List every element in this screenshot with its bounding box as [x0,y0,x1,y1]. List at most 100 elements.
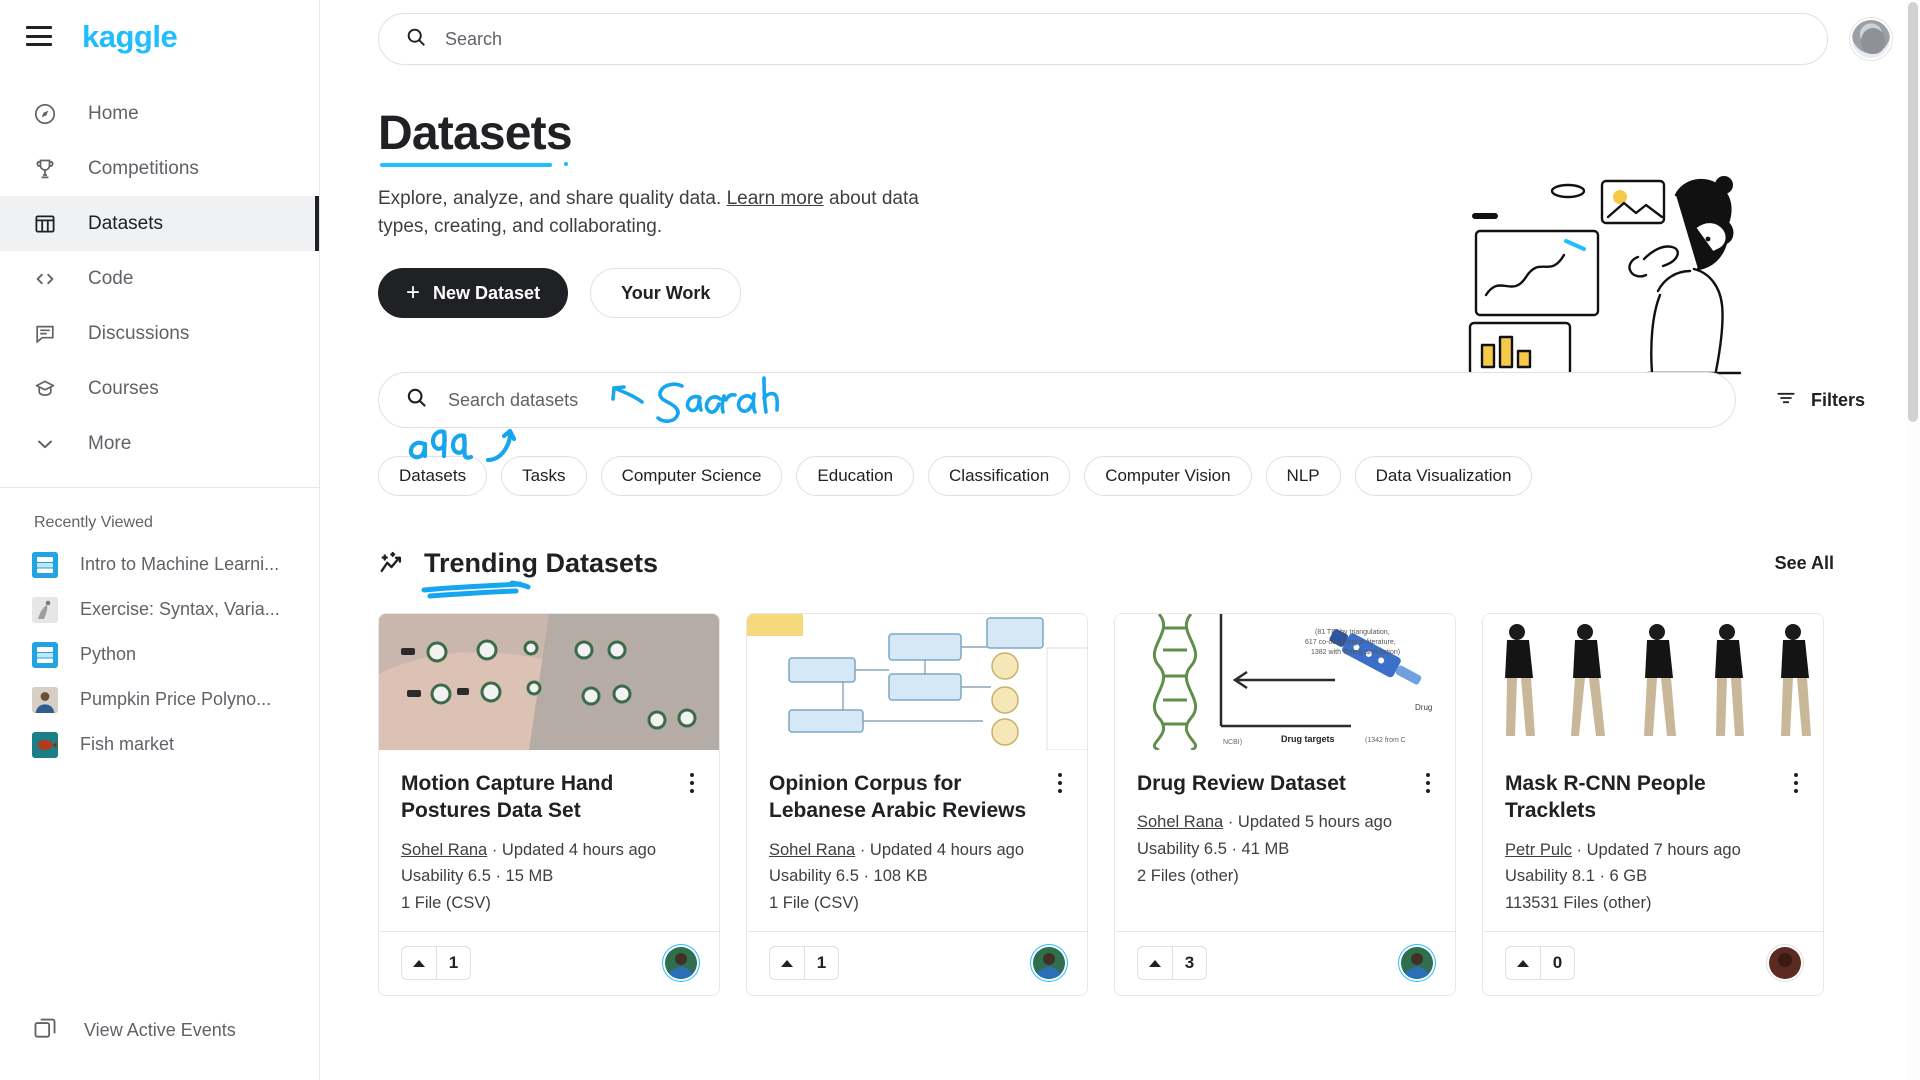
chip-tasks[interactable]: Tasks [501,456,587,497]
dataset-title: Drug Review Dataset [1137,772,1346,796]
sidebar-item-label: Home [88,102,139,124]
dataset-search-input[interactable]: Search datasets [378,372,1736,429]
view-active-events-label: View Active Events [84,1020,236,1040]
upvote-arrow-icon[interactable] [1506,947,1540,979]
filters-button[interactable]: Filters [1745,372,1894,429]
chip-computer-science[interactable]: Computer Science [600,456,783,497]
page-scrollbar-thumb[interactable] [1908,2,1918,422]
dataset-author-avatar[interactable] [1033,947,1065,980]
upvote-control[interactable]: 1 [401,946,471,981]
sidebar-item-label: Code [88,267,134,289]
person-thumbnail-icon [32,686,58,713]
dataset-owner[interactable]: Sohel Rana [1137,813,1223,831]
card-overflow-menu-icon[interactable] [1049,770,1071,796]
recent-item-label: Python [80,644,137,664]
upvote-arrow-icon[interactable] [402,947,436,979]
compass-icon [32,101,58,127]
kaggle-datasets-page: kaggle Home Competitions Datasets Code D… [0,0,1920,1080]
dataset-author-avatar[interactable] [1401,947,1433,980]
chip-data-visualization[interactable]: Data Visualization [1354,456,1533,497]
chip-classification[interactable]: Classification [928,456,1071,497]
page-subtitle: Explore, analyze, and share quality data… [378,185,968,240]
recent-item[interactable]: Fish market [0,722,319,767]
new-dataset-button[interactable]: + New Dataset [378,268,569,319]
recent-item[interactable]: Python [0,632,319,677]
dataset-updated: Updated 4 hours ago [869,840,1025,859]
recent-item[interactable]: Intro to Machine Learni... [0,542,319,587]
sidebar-item-competitions[interactable]: Competitions [0,141,319,196]
upvote-control[interactable]: 3 [1137,946,1207,981]
filter-chip-row: Datasets Tasks Computer Science Educatio… [378,456,1894,497]
subtitle-text-before: Explore, analyze, and share quality data… [378,188,727,209]
chip-education[interactable]: Education [796,456,915,497]
annotation-trending-underline [420,576,580,602]
title-dot-accent [564,162,568,166]
view-active-events-link[interactable]: View Active Events [0,1015,319,1080]
svg-text:Drug targets: Drug targets [1281,734,1335,744]
dataset-author-avatar[interactable] [1769,947,1801,980]
upvote-control[interactable]: 0 [1505,946,1575,981]
trending-sparkle-icon [378,549,408,579]
hamburger-menu-icon[interactable] [26,26,52,46]
trending-datasets-title: Trending Datasets [421,548,658,599]
dataset-card[interactable]: Motion Capture Hand Postures Data Set So… [378,613,720,996]
new-dataset-label: New Dataset [433,282,541,303]
sidebar-item-more[interactable]: More [0,416,319,471]
filters-label: Filters [1810,389,1865,410]
dataset-card[interactable]: (81 TDI by triangulation, 617 co-occurri… [1114,613,1456,996]
dataset-thumbnail-people [1483,614,1823,751]
sidebar-item-home[interactable]: Home [0,86,319,141]
card-overflow-menu-icon[interactable] [681,770,703,796]
dataset-usability: Usability 6.5 · 41 MB [1137,840,1290,859]
learn-more-link[interactable]: Learn more [727,188,824,209]
sidebar-item-label: More [88,432,132,454]
dataset-owner[interactable]: Sohel Rana [769,841,855,859]
search-icon [405,386,428,414]
user-avatar[interactable] [1850,18,1892,60]
dataset-files: 1 File (CSV) [401,894,491,913]
dataset-usability: Usability 8.1 · 6 GB [1505,867,1648,886]
upvote-control[interactable]: 1 [769,946,839,981]
fish-thumbnail-icon [32,731,58,758]
upvote-count: 3 [1172,947,1206,980]
content-area: Datasets Explore, analyze, and share qua… [320,78,1920,996]
chip-computer-vision[interactable]: Computer Vision [1084,456,1252,497]
dataset-files: 1 File (CSV) [769,894,859,913]
page-title-wrap: Datasets [378,106,573,167]
svg-text:1382 with Timely annotation): 1382 with Timely annotation) [1311,649,1400,656]
your-work-label: Your Work [621,282,711,303]
dataset-search-row: Search datasets Filters [378,372,1894,429]
dataset-owner[interactable]: Petr Pulc [1505,841,1572,859]
dataset-owner[interactable]: Sohel Rana [401,841,487,859]
annotation-search [548,374,808,428]
upvote-arrow-icon[interactable] [770,947,804,979]
page-scrollbar[interactable] [1906,0,1920,1080]
dataset-meta: Sohel Rana · Updated 4 hours ago Usabili… [401,837,697,917]
sidebar-item-datasets[interactable]: Datasets [0,196,319,251]
dataset-updated: Updated 7 hours ago [1586,840,1741,859]
dataset-card[interactable]: Opinion Corpus for Lebanese Arabic Revie… [746,613,1088,996]
dataset-card-body: Motion Capture Hand Postures Data Set So… [379,750,719,931]
sidebar-item-label: Competitions [88,157,199,179]
sidebar-item-code[interactable]: Code [0,251,319,306]
svg-text:617 co-occurring in literature: 617 co-occurring in literature, [1305,639,1396,646]
your-work-button[interactable]: Your Work [590,268,742,319]
global-search-input[interactable]: Search [378,13,1828,65]
sidebar-item-discussions[interactable]: Discussions [0,306,319,361]
recent-item[interactable]: Pumpkin Price Polyno... [0,677,319,722]
card-overflow-menu-icon[interactable] [1785,770,1807,796]
sidebar-item-courses[interactable]: Courses [0,361,319,416]
kaggle-logo[interactable]: kaggle [82,21,178,52]
dataset-card[interactable]: Mask R-CNN People Tracklets Petr Pulc · … [1482,613,1824,996]
card-overflow-menu-icon[interactable] [1417,770,1439,796]
recent-item[interactable]: Exercise: Syntax, Varia... [0,587,319,632]
dataset-author-avatar[interactable] [665,947,697,980]
see-all-link[interactable]: See All [1775,553,1894,574]
upvote-arrow-icon[interactable] [1138,947,1172,979]
dataset-thumbnail-dna: (81 TDI by triangulation, 617 co-occurri… [1115,614,1455,751]
chip-datasets[interactable]: Datasets [378,456,488,497]
dataset-thumbnail-flowchart [747,614,1087,751]
dataset-card-footer: 0 [1483,930,1823,995]
chip-nlp[interactable]: NLP [1265,456,1341,497]
sidebar: kaggle Home Competitions Datasets Code D… [0,0,320,1080]
